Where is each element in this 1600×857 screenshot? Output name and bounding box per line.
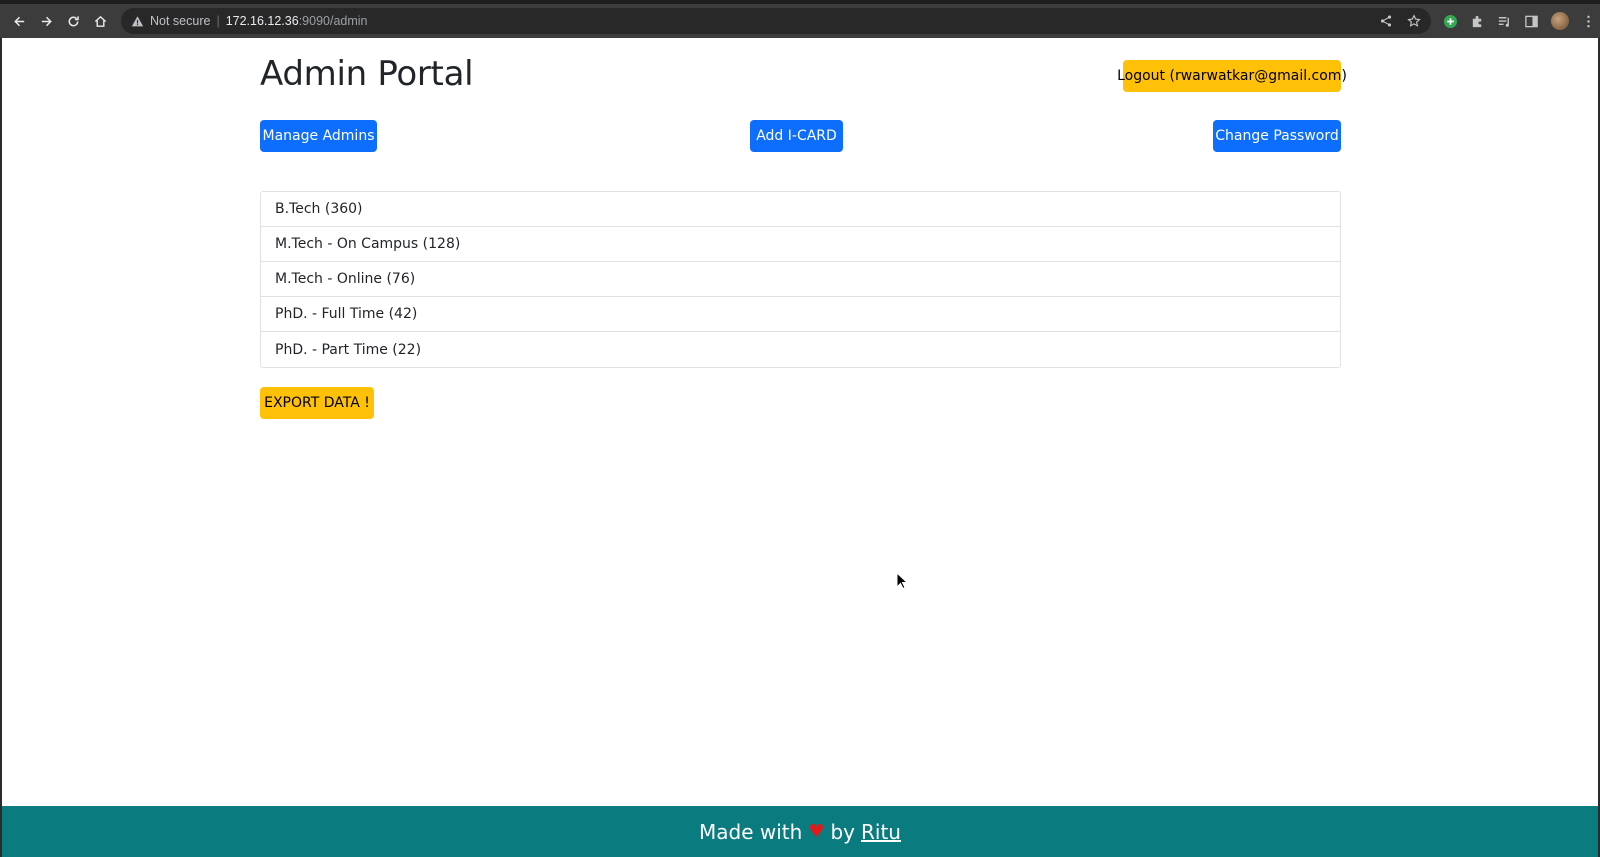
footer-made-with: Made with [699,819,803,844]
url-host: 172.16.12.36 [225,14,299,28]
change-password-button[interactable]: Change Password [1213,120,1341,152]
more-menu-icon[interactable] [1581,14,1596,29]
nav-buttons [6,8,113,34]
page-viewport: Admin Portal Logout (rwarwatkar@gmail.co… [2,38,1598,857]
url-path: :9090/admin [298,14,368,28]
add-icard-button[interactable]: Add I-CARD [750,120,843,152]
program-item-btech[interactable]: B.Tech (360) [261,192,1340,227]
export-data-button[interactable]: EXPORT DATA ! [260,387,374,419]
program-item-mtech-online[interactable]: M.Tech - Online (76) [261,262,1340,297]
add-extension-icon[interactable] [1443,14,1458,29]
media-queue-icon[interactable] [1497,14,1512,29]
share-icon[interactable] [1379,14,1393,28]
extensions-area [1443,12,1596,30]
warning-icon [131,15,144,26]
browser-toolbar: Not secure | 172.16.12.36 :9090/admin [0,4,1600,38]
reload-icon[interactable] [60,8,86,34]
logout-button[interactable]: Logout (rwarwatkar@gmail.com) [1117,60,1347,92]
heart-icon: ♥ [808,821,825,842]
footer-author-link[interactable]: Ritu [861,820,901,844]
side-panel-icon[interactable] [1524,14,1539,29]
page-title: Admin Portal [260,54,474,94]
back-icon[interactable] [6,8,32,34]
home-icon[interactable] [87,8,113,34]
mouse-cursor-icon [896,572,908,590]
program-item-phd-fulltime[interactable]: PhD. - Full Time (42) [261,297,1340,332]
address-bar[interactable]: Not secure | 172.16.12.36 :9090/admin [121,8,1431,34]
security-status: Not secure [150,14,211,28]
program-item-mtech-campus[interactable]: M.Tech - On Campus (128) [261,227,1340,262]
forward-icon[interactable] [33,8,59,34]
manage-admins-button[interactable]: Manage Admins [260,120,377,152]
page-footer: Made with ♥ by Ritu [2,806,1598,857]
program-list: B.Tech (360) M.Tech - On Campus (128) M.… [260,191,1341,368]
omnibox-actions [1379,14,1421,28]
profile-avatar[interactable] [1551,12,1569,30]
bookmark-star-icon[interactable] [1407,14,1421,28]
program-item-phd-parttime[interactable]: PhD. - Part Time (22) [261,332,1340,367]
url-separator: | [216,14,220,28]
puzzle-extensions-icon[interactable] [1470,14,1485,29]
footer-by: by [830,819,855,844]
